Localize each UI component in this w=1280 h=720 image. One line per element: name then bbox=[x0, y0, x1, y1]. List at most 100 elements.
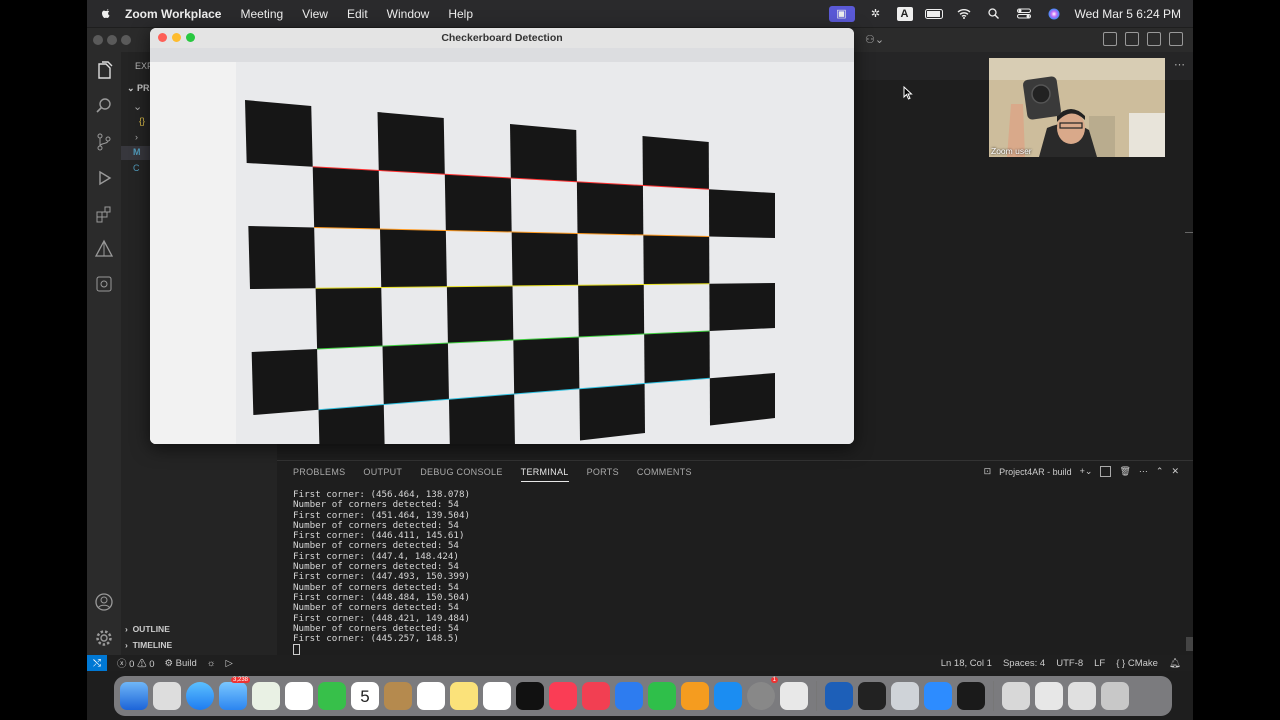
maps-icon[interactable] bbox=[252, 682, 280, 710]
terminal-scrollbar[interactable] bbox=[1186, 637, 1193, 651]
tab-comments[interactable]: COMMENTS bbox=[637, 467, 692, 482]
more-actions-icon[interactable]: ⋯ bbox=[1174, 58, 1185, 71]
source-control-icon[interactable] bbox=[94, 132, 114, 152]
terminal-name[interactable]: Project4AR - build bbox=[999, 467, 1072, 477]
maximize-button[interactable] bbox=[121, 35, 131, 45]
menu-view[interactable]: View bbox=[302, 7, 328, 21]
close-button[interactable] bbox=[158, 33, 167, 42]
tool-icon[interactable]: ✲ bbox=[867, 7, 885, 21]
tree-item-folder[interactable]: ⌄ bbox=[133, 100, 142, 113]
menu-app-name[interactable]: Zoom Workplace bbox=[125, 7, 221, 21]
close-button[interactable] bbox=[93, 35, 103, 45]
photos-icon[interactable] bbox=[285, 682, 313, 710]
app-store-icon[interactable] bbox=[714, 682, 742, 710]
iphone-mirroring-icon[interactable] bbox=[780, 682, 808, 710]
zoom-share-icon[interactable]: ▣ bbox=[828, 5, 855, 22]
control-center-icon[interactable] bbox=[1015, 7, 1033, 21]
trash-icon[interactable] bbox=[1101, 682, 1129, 710]
maximize-panel-icon[interactable]: ⌃ bbox=[1156, 466, 1164, 477]
pages-icon[interactable] bbox=[681, 682, 709, 710]
vscode-icon[interactable] bbox=[825, 682, 853, 710]
terminal-output[interactable]: First corner: (456.464, 138.078) Number o… bbox=[293, 489, 470, 656]
tab-debug-console[interactable]: DEBUG CONSOLE bbox=[420, 467, 502, 482]
wifi-icon[interactable] bbox=[955, 7, 973, 21]
opencv-window-icon[interactable] bbox=[957, 682, 985, 710]
account-icon[interactable] bbox=[94, 592, 114, 612]
layout-customize-icon[interactable] bbox=[1103, 32, 1117, 46]
language-mode[interactable]: { } CMake bbox=[1116, 658, 1158, 669]
toggle-sidebar-icon[interactable] bbox=[1125, 32, 1139, 46]
search-icon[interactable] bbox=[94, 96, 114, 116]
finder-icon[interactable] bbox=[120, 682, 148, 710]
news-icon[interactable] bbox=[582, 682, 610, 710]
screenshots-stack-icon[interactable] bbox=[1068, 682, 1096, 710]
facetime-icon[interactable] bbox=[318, 682, 346, 710]
menu-window[interactable]: Window bbox=[387, 7, 430, 21]
tab-problems[interactable]: PROBLEMS bbox=[293, 467, 345, 482]
zoom-icon[interactable] bbox=[924, 682, 952, 710]
preview-icon[interactable] bbox=[891, 682, 919, 710]
tab-terminal[interactable]: TERMINAL bbox=[520, 467, 569, 482]
remote-explorer-icon[interactable] bbox=[94, 274, 114, 294]
box-app-icon[interactable] bbox=[384, 682, 412, 710]
extensions-icon[interactable] bbox=[94, 204, 114, 224]
siri-icon[interactable] bbox=[1045, 7, 1063, 21]
json-file-icon[interactable]: {} bbox=[139, 116, 145, 126]
keynote-icon[interactable] bbox=[615, 682, 643, 710]
input-source-icon[interactable]: A bbox=[896, 6, 913, 21]
toggle-secondary-sidebar-icon[interactable] bbox=[1169, 32, 1183, 46]
documents-stack-icon[interactable] bbox=[1035, 682, 1063, 710]
close-panel-icon[interactable]: ✕ bbox=[1171, 466, 1179, 477]
editor-scrollbar[interactable] bbox=[1185, 232, 1193, 233]
more-icon[interactable]: ⋯ bbox=[1139, 466, 1148, 477]
maximize-button[interactable] bbox=[186, 33, 195, 42]
freeform-icon[interactable] bbox=[483, 682, 511, 710]
terminal-icon[interactable] bbox=[858, 682, 886, 710]
menubar-clock[interactable]: Wed Mar 5 6:24 PM bbox=[1075, 7, 1182, 21]
end-of-line[interactable]: LF bbox=[1094, 658, 1105, 669]
tab-output[interactable]: OUTPUT bbox=[363, 467, 402, 482]
apple-icon[interactable] bbox=[99, 7, 113, 21]
downloads-stack-icon[interactable] bbox=[1002, 682, 1030, 710]
markdown-file-icon[interactable]: M bbox=[133, 147, 141, 157]
cursor-position[interactable]: Ln 18, Col 1 bbox=[941, 658, 992, 669]
timeline-section[interactable]: › TIMELINE bbox=[125, 640, 172, 650]
new-terminal-icon[interactable]: +⌄ bbox=[1080, 466, 1093, 477]
cmake-file-icon[interactable]: C bbox=[133, 163, 140, 173]
indentation[interactable]: Spaces: 4 bbox=[1003, 658, 1045, 669]
reminders-icon[interactable] bbox=[417, 682, 445, 710]
battery-icon[interactable] bbox=[924, 7, 943, 21]
tree-item-chevron[interactable]: › bbox=[135, 132, 138, 142]
copilot-icon[interactable]: ⚇⌄ bbox=[865, 33, 884, 46]
apple-tv-icon[interactable] bbox=[516, 682, 544, 710]
debug-icon[interactable]: ☼ bbox=[207, 658, 216, 669]
checkerboard-window[interactable]: Checkerboard Detection bbox=[150, 28, 854, 444]
outline-section[interactable]: › OUTLINE bbox=[125, 624, 170, 634]
build-button[interactable]: ⚙ Build bbox=[165, 658, 197, 669]
mail-icon[interactable]: 3,238 bbox=[219, 677, 250, 710]
menu-meeting[interactable]: Meeting bbox=[240, 7, 283, 21]
calendar-icon[interactable]: 5 bbox=[351, 682, 379, 710]
split-terminal-icon[interactable] bbox=[1100, 466, 1112, 477]
run-debug-icon[interactable] bbox=[94, 168, 114, 188]
minimize-button[interactable] bbox=[107, 35, 117, 45]
file-encoding[interactable]: UTF-8 bbox=[1056, 658, 1083, 669]
manage-gear-icon[interactable] bbox=[94, 628, 114, 648]
remote-indicator-icon[interactable]: ⤭ bbox=[87, 655, 107, 671]
minimize-button[interactable] bbox=[172, 33, 181, 42]
safari-icon[interactable] bbox=[186, 682, 214, 710]
numbers-icon[interactable] bbox=[648, 682, 676, 710]
toggle-panel-icon[interactable] bbox=[1147, 32, 1161, 46]
kill-terminal-icon[interactable]: 🗑 bbox=[1119, 466, 1130, 477]
search-icon[interactable] bbox=[985, 7, 1003, 21]
run-icon[interactable]: ▷ bbox=[226, 658, 233, 669]
menu-help[interactable]: Help bbox=[448, 7, 473, 21]
cmake-icon[interactable] bbox=[94, 239, 114, 259]
problems-status[interactable]: ⓧ 0 ⚠ 0 bbox=[117, 656, 155, 670]
zoom-video-tile[interactable]: Zoom user bbox=[989, 58, 1165, 157]
music-icon[interactable] bbox=[549, 682, 577, 710]
tab-ports[interactable]: PORTS bbox=[587, 467, 619, 482]
launchpad-icon[interactable] bbox=[153, 682, 181, 710]
notes-icon[interactable] bbox=[450, 682, 478, 710]
notifications-icon[interactable]: 🔔︎ bbox=[1169, 658, 1181, 669]
